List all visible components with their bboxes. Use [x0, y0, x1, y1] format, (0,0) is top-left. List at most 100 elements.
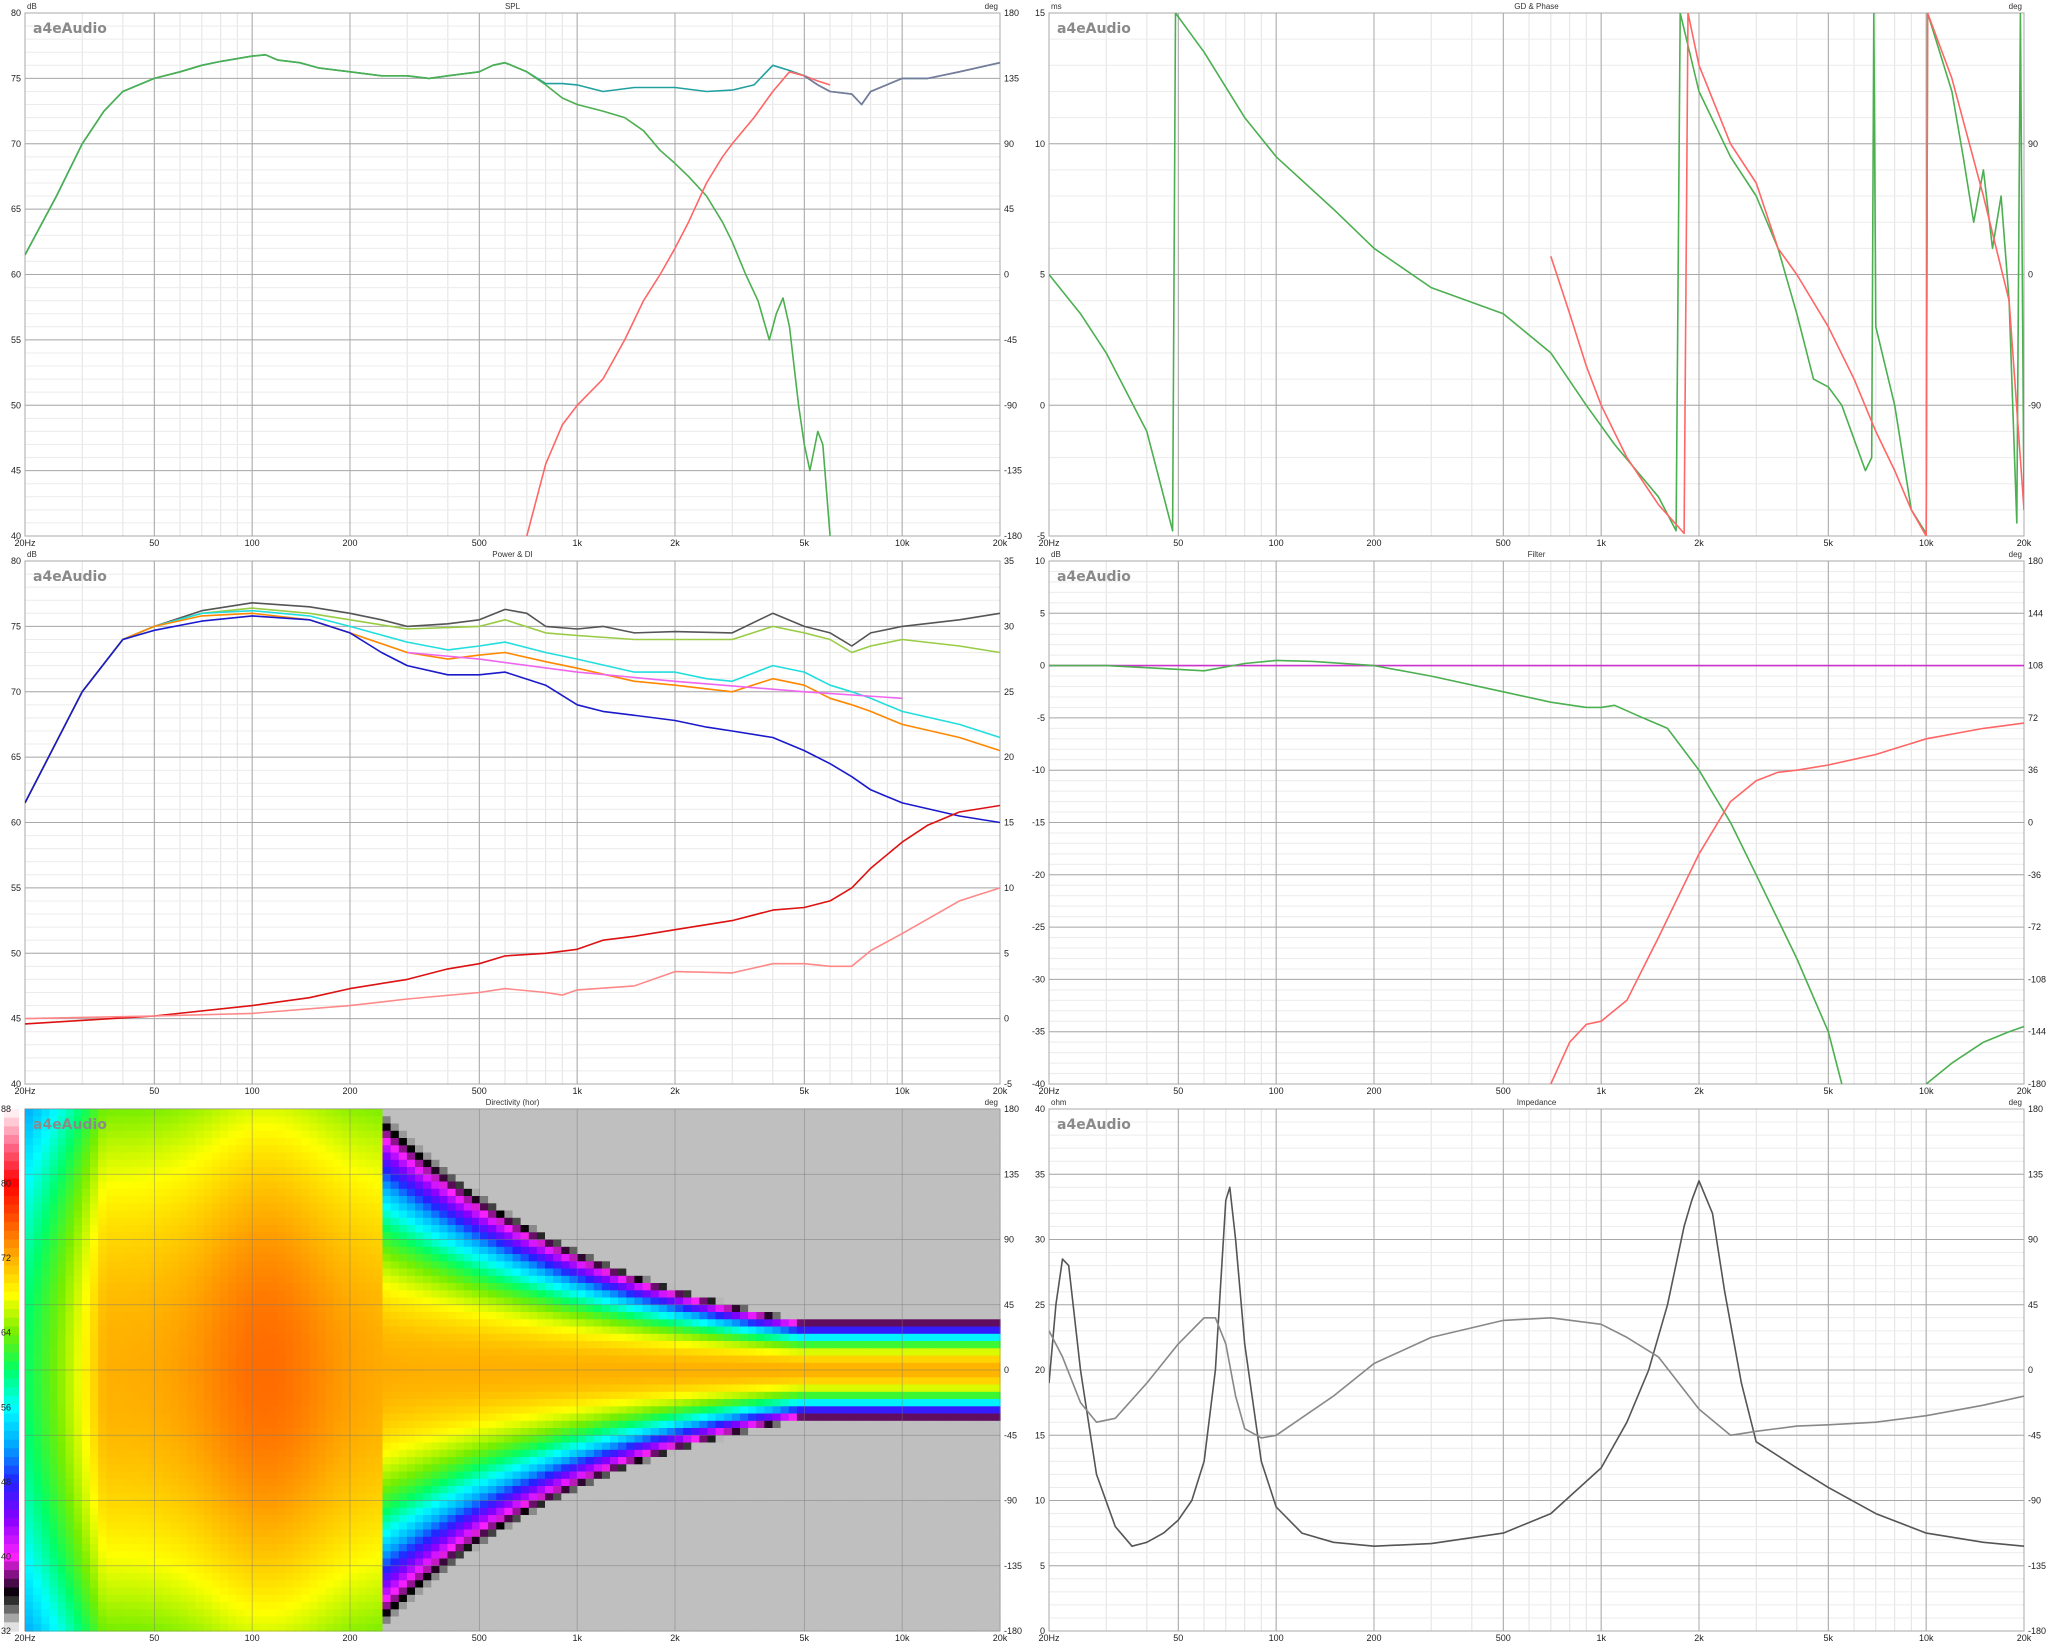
- heatmap-cell: [65, 1529, 75, 1538]
- heatmap-cell: [431, 1370, 440, 1378]
- heatmap-cell: [439, 1138, 449, 1146]
- heatmap-cell: [211, 1428, 221, 1436]
- heatmap-cell: [455, 1565, 465, 1574]
- heatmap-cell: [41, 1551, 50, 1560]
- heatmap-cell: [65, 1362, 75, 1371]
- heatmap-cell: [220, 1413, 229, 1422]
- heatmap-cell: [520, 1413, 530, 1422]
- heatmap-cell: [406, 1500, 416, 1509]
- heatmap-cell: [309, 1515, 319, 1523]
- heatmap-cell: [504, 1464, 514, 1473]
- heatmap-cell: [382, 1152, 392, 1161]
- heatmap-cell: [268, 1348, 278, 1357]
- heatmap-cell: [81, 1152, 91, 1161]
- heatmap-cell: [358, 1312, 367, 1320]
- heatmap-cell: [49, 1529, 59, 1538]
- heatmap-cell: [463, 1362, 473, 1371]
- heatmap-cell: [106, 1232, 115, 1241]
- heatmap-cell: [447, 1333, 457, 1342]
- heatmap-cell: [350, 1573, 359, 1581]
- heatmap-cell: [358, 1290, 367, 1299]
- heatmap-cell: [504, 1558, 514, 1567]
- y-tick-label: 60: [11, 270, 21, 280]
- heatmap-cell: [455, 1573, 465, 1581]
- heatmap-cell: [496, 1471, 505, 1480]
- heatmap-cell: [439, 1246, 449, 1255]
- heatmap-cell: [179, 1290, 189, 1299]
- heatmap-cell: [244, 1333, 254, 1342]
- heatmap-cell: [423, 1428, 432, 1436]
- heatmap-cell: [317, 1225, 327, 1233]
- heatmap-cell: [374, 1312, 384, 1320]
- heatmap-cell: [220, 1464, 229, 1473]
- heatmap-cell: [211, 1181, 221, 1190]
- heatmap-cell: [415, 1391, 424, 1400]
- heatmap-cell: [163, 1471, 172, 1480]
- heatmap-cell: [480, 1167, 489, 1175]
- heatmap-cell: [65, 1507, 75, 1516]
- heatmap-cell: [106, 1602, 115, 1610]
- heatmap-cell: [268, 1420, 278, 1429]
- heatmap-cell: [341, 1428, 351, 1436]
- heatmap-cell: [276, 1399, 286, 1407]
- heatmap-cell: [244, 1196, 254, 1204]
- heatmap-cell: [390, 1203, 400, 1212]
- heatmap-cell: [480, 1384, 489, 1393]
- heatmap-cell: [65, 1261, 75, 1270]
- heatmap-cell: [358, 1471, 367, 1480]
- heatmap-cell: [252, 1594, 262, 1603]
- heatmap-cell: [155, 1500, 164, 1509]
- heatmap-cell: [260, 1529, 270, 1538]
- heatmap-cell: [179, 1420, 189, 1429]
- heatmap-cell: [81, 1370, 91, 1378]
- heatmap-cell: [57, 1471, 67, 1480]
- heatmap-cell: [301, 1507, 310, 1516]
- heatmap-cell: [333, 1145, 343, 1154]
- heatmap-cell: [463, 1268, 473, 1277]
- heatmap-cell: [57, 1464, 67, 1473]
- heatmap-cell: [520, 1377, 530, 1386]
- heatmap-cell: [350, 1217, 359, 1226]
- heatmap-cell: [406, 1283, 416, 1291]
- heatmap-cell: [90, 1109, 99, 1117]
- heatmap-cell: [309, 1551, 319, 1560]
- heatmap-cell: [325, 1580, 335, 1589]
- heatmap-cell: [463, 1580, 473, 1589]
- heatmap-cell: [423, 1536, 432, 1545]
- heatmap-cell: [480, 1254, 489, 1262]
- y-tick-label: 70: [11, 687, 21, 697]
- heatmap-cell: [333, 1275, 343, 1284]
- heatmap-cell: [90, 1616, 99, 1625]
- heatmap-cell: [268, 1602, 278, 1610]
- heatmap-cell: [285, 1290, 294, 1299]
- heatmap-cell: [179, 1254, 189, 1262]
- heatmap-cell: [333, 1478, 343, 1487]
- heatmap-cell: [41, 1326, 50, 1335]
- heatmap-cell: [439, 1181, 449, 1190]
- heatmap-cell: [276, 1246, 286, 1255]
- heatmap-cell: [463, 1522, 473, 1531]
- heatmap-cell: [49, 1181, 59, 1190]
- heatmap-cell: [81, 1261, 91, 1270]
- heatmap-cell: [520, 1341, 530, 1349]
- heatmap-cell: [236, 1377, 245, 1386]
- heatmap-cell: [431, 1399, 440, 1407]
- heatmap-cell: [382, 1167, 392, 1175]
- heatmap-cell: [496, 1522, 505, 1531]
- heatmap-cell: [98, 1297, 107, 1306]
- heatmap-cell: [244, 1268, 254, 1277]
- heatmap-cell: [236, 1623, 245, 1632]
- heatmap-cell: [65, 1196, 75, 1204]
- heatmap-cell: [285, 1196, 294, 1204]
- heatmap-cell: [309, 1130, 319, 1139]
- heatmap-cell: [260, 1370, 270, 1378]
- heatmap-cell: [398, 1319, 408, 1328]
- heatmap-cell: [211, 1587, 221, 1596]
- heatmap-cell: [106, 1181, 115, 1190]
- heatmap-cell: [301, 1152, 310, 1161]
- heatmap-cell: [130, 1123, 140, 1132]
- heatmap-cell: [65, 1275, 75, 1284]
- heatmap-cell: [406, 1406, 416, 1415]
- heatmap-cell: [325, 1544, 335, 1552]
- heatmap-cell: [512, 1297, 522, 1306]
